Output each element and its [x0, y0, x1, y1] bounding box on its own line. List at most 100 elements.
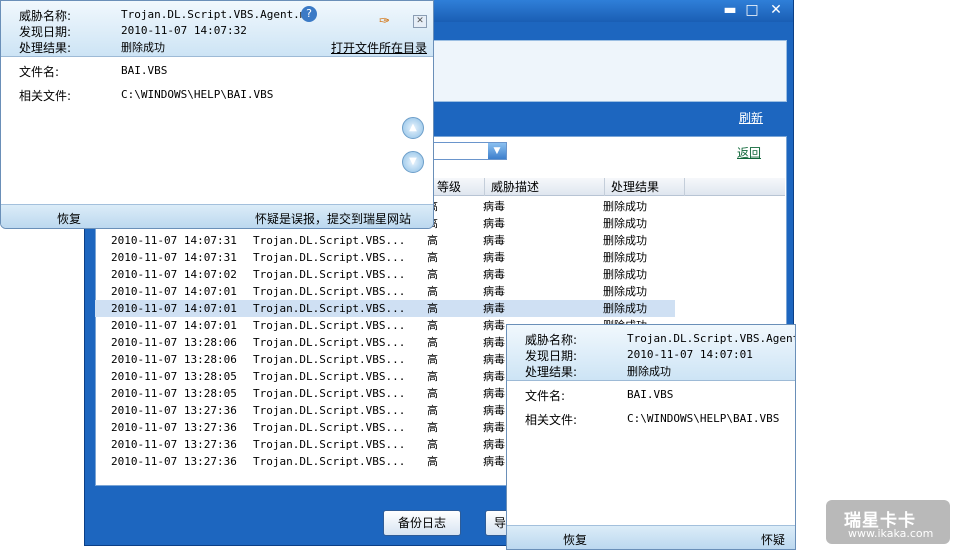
threat-name-label: 威胁名称: [525, 333, 578, 347]
row-level: 高 [427, 438, 438, 451]
row-level: 高 [427, 353, 438, 366]
table-row[interactable]: 2010-11-07 14:07:01 Trojan.DL.Script.VBS.… [95, 300, 675, 317]
row-threat-name: Trojan.DL.Script.VBS... [253, 302, 406, 315]
result-value: 删除成功 [627, 365, 671, 378]
row-threat-name: Trojan.DL.Script.VBS... [253, 234, 406, 247]
row-threat-name: Trojan.DL.Script.VBS... [253, 387, 406, 400]
row-level: 高 [427, 251, 438, 264]
open-folder-link[interactable]: 打开文件所在目录 [331, 39, 427, 56]
pin-icon[interactable]: ✑ [379, 14, 390, 29]
file-name-label: 文件名: [19, 65, 60, 79]
brand-watermark: 瑞星卡卡 www.ikaka.com [826, 500, 950, 544]
row-result: 删除成功 [603, 234, 647, 247]
scroll-up-icon[interactable]: ▲ [402, 117, 424, 139]
row-time: 2010-11-07 13:28:06 [111, 336, 237, 349]
related-file-value: C:\WINDOWS\HELP\BAI.VBS [627, 412, 780, 425]
row-threat-desc: 病毒 [483, 353, 505, 366]
row-threat-name: Trojan.DL.Script.VBS... [253, 285, 406, 298]
filter-dropdown[interactable]: ▼ [431, 142, 507, 160]
col-threat-desc[interactable]: 威胁描述 [485, 178, 605, 196]
restore-link[interactable]: 恢复 [563, 531, 587, 548]
row-level: 高 [427, 370, 438, 383]
threat-detail-popup-2: 威胁名称: Trojan.DL.Script.VBS.Agent.m 发现日期:… [506, 324, 796, 550]
row-result: 删除成功 [603, 251, 647, 264]
result-value: 删除成功 [121, 41, 165, 54]
row-level: 高 [427, 319, 438, 332]
file-name-value: BAI.VBS [627, 388, 674, 401]
close-icon[interactable]: ✕ [767, 2, 785, 18]
row-threat-desc: 病毒 [483, 438, 505, 451]
row-time: 2010-11-07 13:28:06 [111, 353, 237, 366]
row-time: 2010-11-07 14:07:02 [111, 268, 237, 281]
col-result[interactable]: 处理结果 [605, 178, 685, 196]
row-result: 删除成功 [603, 268, 647, 281]
row-result: 删除成功 [603, 200, 647, 213]
table-row[interactable]: 2010-11-07 14:07:01 Trojan.DL.Script.VBS.… [95, 283, 675, 300]
row-result: 删除成功 [603, 302, 647, 315]
date-value: 2010-11-07 14:07:32 [121, 24, 247, 37]
table-row[interactable]: 2010-11-07 14:07:02 Trojan.DL.Script.VBS.… [95, 266, 675, 283]
date-value: 2010-11-07 14:07:01 [627, 348, 753, 361]
row-time: 2010-11-07 13:27:36 [111, 455, 237, 468]
row-threat-desc: 病毒 [483, 455, 505, 468]
row-threat-desc: 病毒 [483, 200, 505, 213]
row-threat-desc: 病毒 [483, 302, 505, 315]
report-false-positive-link[interactable]: 怀疑是 [761, 531, 795, 549]
row-threat-desc: 病毒 [483, 404, 505, 417]
row-level: 高 [427, 404, 438, 417]
row-time: 2010-11-07 14:07:31 [111, 251, 237, 264]
threat-name-value: Trojan.DL.Script.VBS.Agent.mm [121, 8, 314, 21]
row-threat-name: Trojan.DL.Script.VBS... [253, 251, 406, 264]
row-threat-desc: 病毒 [483, 217, 505, 230]
help-icon[interactable]: ? [301, 6, 317, 22]
row-level: 高 [427, 268, 438, 281]
chevron-down-icon[interactable]: ▼ [488, 143, 506, 159]
popup-header: 威胁名称: Trojan.DL.Script.VBS.Agent.m 发现日期:… [507, 325, 795, 381]
backup-log-button[interactable]: 备份日志 [383, 510, 461, 536]
row-threat-name: Trojan.DL.Script.VBS... [253, 455, 406, 468]
row-threat-name: Trojan.DL.Script.VBS... [253, 404, 406, 417]
result-label: 处理结果: [19, 41, 72, 55]
popup-header: 威胁名称: Trojan.DL.Script.VBS.Agent.mm ? ✑ … [1, 1, 433, 57]
row-threat-desc: 病毒 [483, 370, 505, 383]
row-threat-desc: 病毒 [483, 285, 505, 298]
row-threat-name: Trojan.DL.Script.VBS... [253, 438, 406, 451]
row-level: 高 [427, 302, 438, 315]
table-row[interactable]: 2010-11-07 14:07:31 Trojan.DL.Script.VBS.… [95, 249, 675, 266]
refresh-link[interactable]: 刷新 [739, 109, 763, 126]
popup-footer: 恢复 怀疑是 [507, 525, 795, 549]
row-threat-desc: 病毒 [483, 336, 505, 349]
table-row[interactable]: 2010-11-07 14:07:31 Trojan.DL.Script.VBS.… [95, 232, 675, 249]
close-icon[interactable]: ✕ [413, 15, 427, 28]
result-label: 处理结果: [525, 365, 578, 379]
row-threat-name: Trojan.DL.Script.VBS... [253, 336, 406, 349]
row-level: 高 [427, 234, 438, 247]
row-result: 删除成功 [603, 217, 647, 230]
row-level: 高 [427, 336, 438, 349]
minimize-icon[interactable]: ▬ [721, 2, 739, 18]
report-false-positive-link[interactable]: 怀疑是误报，提交到瑞星网站 [255, 210, 411, 227]
scroll-down-icon[interactable]: ▼ [402, 151, 424, 173]
row-threat-name: Trojan.DL.Script.VBS... [253, 421, 406, 434]
row-result: 删除成功 [603, 285, 647, 298]
date-label: 发现日期: [525, 349, 578, 363]
col-level[interactable]: 等级 [431, 178, 485, 196]
row-time: 2010-11-07 14:07:31 [111, 234, 237, 247]
row-time: 2010-11-07 13:27:36 [111, 421, 237, 434]
row-threat-desc: 病毒 [483, 251, 505, 264]
row-level: 高 [427, 421, 438, 434]
row-level: 高 [427, 387, 438, 400]
restore-link[interactable]: 恢复 [57, 210, 81, 227]
threat-name-value: Trojan.DL.Script.VBS.Agent.m [627, 332, 796, 345]
row-time: 2010-11-07 13:27:36 [111, 438, 237, 451]
row-threat-name: Trojan.DL.Script.VBS... [253, 370, 406, 383]
maximize-icon[interactable]: □ [743, 2, 761, 18]
row-time: 2010-11-07 14:07:01 [111, 302, 237, 315]
row-time: 2010-11-07 14:07:01 [111, 319, 237, 332]
row-level: 高 [427, 455, 438, 468]
related-file-label: 相关文件: [19, 89, 72, 103]
back-link[interactable]: 返回 [737, 144, 761, 161]
threat-detail-popup: 威胁名称: Trojan.DL.Script.VBS.Agent.mm ? ✑ … [0, 0, 434, 229]
row-time: 2010-11-07 13:27:36 [111, 404, 237, 417]
date-label: 发现日期: [19, 25, 72, 39]
